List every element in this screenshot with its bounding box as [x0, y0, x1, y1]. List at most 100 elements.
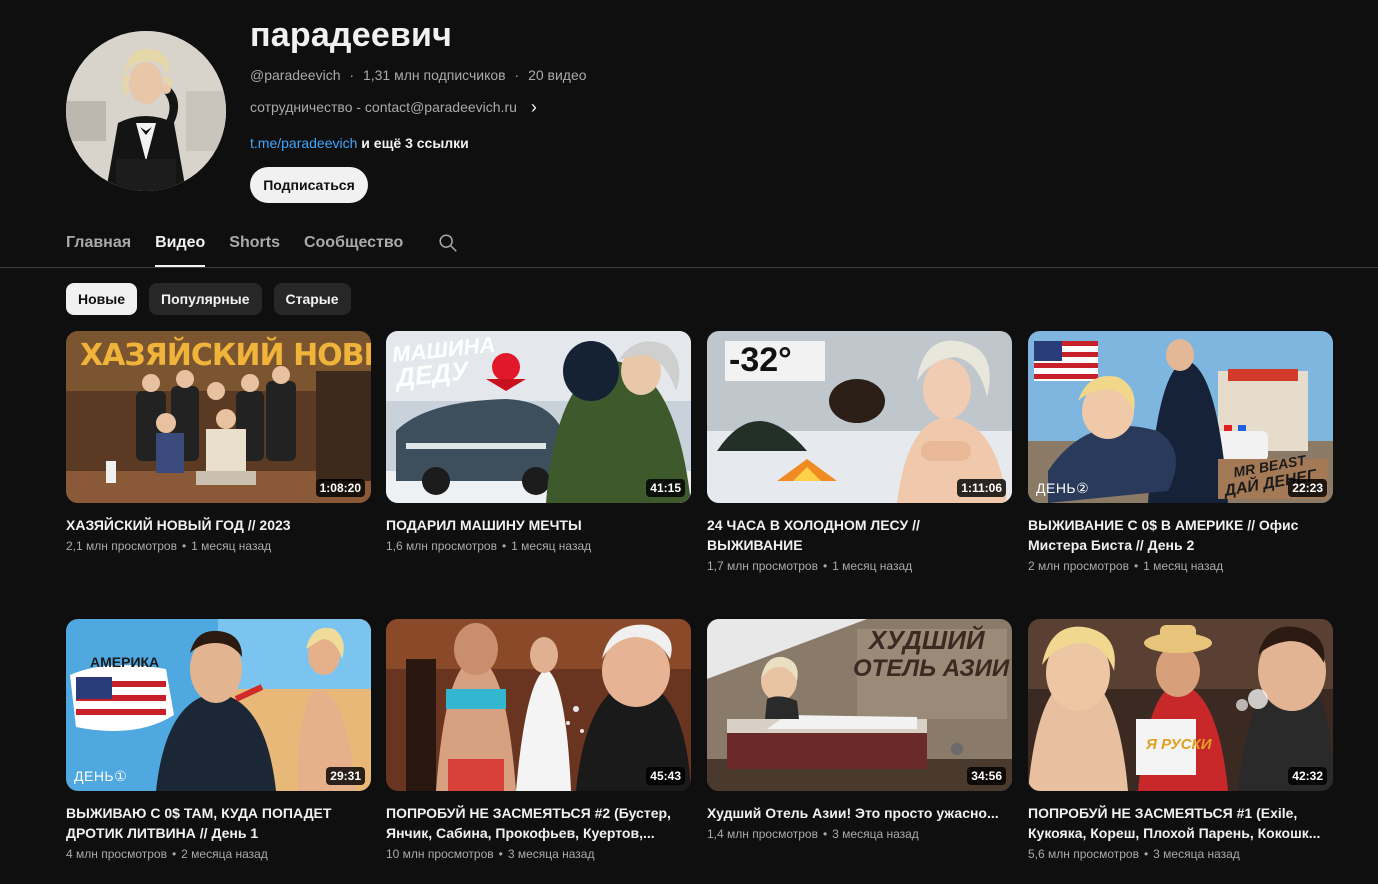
video-duration: 41:15 [646, 479, 685, 497]
video-title[interactable]: ПОПРОБУЙ НЕ ЗАСМЕЯТЬСЯ #1 (Exile, Кукояк… [1028, 803, 1333, 843]
meta-separator: · [349, 67, 355, 83]
video-meta: 4 млн просмотров • 2 месяца назад [66, 847, 371, 861]
sort-chips: Новые Популярные Старые [66, 283, 351, 315]
video-duration: 29:31 [326, 767, 365, 785]
chip-popular[interactable]: Популярные [149, 283, 262, 315]
chevron-right-icon[interactable]: › [531, 98, 537, 116]
day-badge: ДЕНЬ② [1036, 480, 1090, 496]
day-badge: ДЕНЬ① [74, 768, 128, 784]
tab-community[interactable]: Сообщество [304, 226, 403, 267]
video-title[interactable]: ПОДАРИЛ МАШИНУ МЕЧТЫ [386, 515, 691, 535]
meta-separator: • [822, 827, 828, 841]
video-meta: 2 млн просмотров • 1 месяц назад [1028, 559, 1333, 573]
video-meta: 1,6 млн просмотров • 1 месяц назад [386, 539, 691, 553]
channel-description[interactable]: сотрудничество - contact@paradeevich.ru … [250, 98, 537, 116]
thumbnail-caption: Я РУСКИ [1146, 736, 1212, 753]
channel-avatar[interactable] [66, 31, 226, 191]
channel-handle: @paradeevich [250, 67, 341, 83]
video-count: 20 видео [528, 67, 587, 83]
telegram-link[interactable]: t.me/paradeevich [250, 135, 357, 151]
meta-separator: • [822, 559, 828, 573]
video-views: 10 млн просмотров [386, 847, 494, 861]
meta-separator: • [1133, 559, 1139, 573]
video-meta: 2,1 млн просмотров • 1 месяц назад [66, 539, 371, 553]
thumbnail-caption: ХАЗЯЙСКИЙ НОВЫЙ ГОД [80, 338, 371, 373]
meta-separator: • [1143, 847, 1149, 861]
video-views: 2,1 млн просмотров [66, 539, 177, 553]
video-views: 1,4 млн просмотров [707, 827, 818, 841]
meta-separator: · [514, 67, 520, 83]
chip-newest[interactable]: Новые [66, 283, 138, 315]
more-links-button[interactable]: и ещё 3 ссылки [361, 135, 468, 151]
video-title[interactable]: 24 ЧАСА В ХОЛОДНОМ ЛЕСУ // ВЫЖИВАНИЕ [707, 515, 1012, 555]
video-card[interactable]: АМЕРИКА ДЕНЬ① 29:31 ВЫЖИВАЮ С 0$ ТАМ, КУ… [66, 619, 371, 861]
thumbnail-caption: ХУДШИЙ [869, 625, 985, 655]
video-card[interactable]: МАШИНА ДЕДУ 41:15 ПОДАРИЛ МАШИНУ МЕЧТЫ 1… [386, 331, 691, 553]
video-title[interactable]: ВЫЖИВАЮ С 0$ ТАМ, КУДА ПОПАДЕТ ДРОТИК ЛИ… [66, 803, 371, 843]
video-card[interactable]: Я РУСКИ 42:32 ПОПРОБУЙ НЕ ЗАСМЕЯТЬСЯ #1 … [1028, 619, 1333, 861]
tabs-divider [0, 267, 1378, 268]
video-thumbnail[interactable]: 45:43 [386, 619, 691, 791]
video-card[interactable]: ХУДШИЙ ОТЕЛЬ АЗИИ 34:56 Худший Отель Ази… [707, 619, 1012, 841]
video-duration: 1:08:20 [315, 479, 365, 497]
video-meta: 1,7 млн просмотров • 1 месяц назад [707, 559, 1012, 573]
meta-separator: • [171, 847, 177, 861]
video-meta: 10 млн просмотров • 3 месяца назад [386, 847, 691, 861]
thumbnail-caption: АМЕРИКА [90, 654, 160, 670]
subscribe-button[interactable]: Подписаться [250, 167, 368, 203]
channel-page: парадеевич @paradeevich · 1,31 млн подпи… [0, 0, 1378, 884]
search-icon[interactable] [437, 226, 459, 259]
tab-home[interactable]: Главная [66, 226, 131, 267]
subscriber-count: 1,31 млн подписчиков [362, 67, 506, 83]
video-title[interactable]: ВЫЖИВАНИЕ С 0$ В АМЕРИКЕ // Офис Мистера… [1028, 515, 1333, 555]
video-age: 1 месяц назад [1143, 559, 1224, 573]
video-duration: 45:43 [646, 767, 685, 785]
video-card[interactable]: MR BEAST ДАЙ ДЕНЕГ ДЕНЬ② 22:23 ВЫЖИВАНИЕ… [1028, 331, 1333, 573]
video-thumbnail[interactable]: Я РУСКИ 42:32 [1028, 619, 1333, 791]
video-age: 2 месяца назад [181, 847, 268, 861]
video-meta: 5,6 млн просмотров • 3 месяца назад [1028, 847, 1333, 861]
video-thumbnail[interactable]: ХАЗЯЙСКИЙ НОВЫЙ ГОД 1:08:20 [66, 331, 371, 503]
thumbnail-caption: -32° [729, 341, 792, 379]
video-age: 3 месяца назад [832, 827, 919, 841]
video-views: 1,7 млн просмотров [707, 559, 818, 573]
video-duration: 42:32 [1288, 767, 1327, 785]
video-thumbnail[interactable]: ХУДШИЙ ОТЕЛЬ АЗИИ 34:56 [707, 619, 1012, 791]
video-thumbnail[interactable]: -32° 1:11:06 [707, 331, 1012, 503]
meta-separator: • [501, 539, 507, 553]
video-card[interactable]: -32° 1:11:06 24 ЧАСА В ХОЛОДНОМ ЛЕСУ // … [707, 331, 1012, 573]
video-title[interactable]: Худший Отель Азии! Это просто ужасно... [707, 803, 1012, 823]
channel-name: парадеевич [250, 16, 453, 54]
video-thumbnail[interactable]: MR BEAST ДАЙ ДЕНЕГ ДЕНЬ② 22:23 [1028, 331, 1333, 503]
meta-separator: • [181, 539, 187, 553]
video-age: 1 месяц назад [832, 559, 913, 573]
chip-oldest[interactable]: Старые [273, 283, 351, 315]
description-text: сотрудничество - contact@paradeevich.ru [250, 99, 517, 115]
video-views: 5,6 млн просмотров [1028, 847, 1139, 861]
video-views: 1,6 млн просмотров [386, 539, 497, 553]
video-card[interactable]: ХАЗЯЙСКИЙ НОВЫЙ ГОД 1:08:20 ХАЗЯЙСКИЙ НО… [66, 331, 371, 553]
channel-links: t.me/paradeevich и ещё 3 ссылки [250, 135, 469, 151]
video-age: 1 месяц назад [191, 539, 272, 553]
thumbnail-caption: ДЕДУ [394, 355, 470, 393]
video-title[interactable]: ПОПРОБУЙ НЕ ЗАСМЕЯТЬСЯ #2 (Бустер, Янчик… [386, 803, 691, 843]
tab-videos[interactable]: Видео [155, 226, 206, 267]
video-duration: 34:56 [967, 767, 1006, 785]
video-age: 3 месяца назад [1153, 847, 1240, 861]
video-duration: 22:23 [1288, 479, 1327, 497]
channel-tabs: Главная Видео Shorts Сообщество [66, 226, 459, 268]
video-age: 1 месяц назад [511, 539, 592, 553]
video-views: 2 млн просмотров [1028, 559, 1129, 573]
video-title[interactable]: ХАЗЯЙСКИЙ НОВЫЙ ГОД // 2023 [66, 515, 371, 535]
video-duration: 1:11:06 [957, 479, 1006, 497]
video-views: 4 млн просмотров [66, 847, 167, 861]
channel-meta: @paradeevich · 1,31 млн подписчиков · 20… [250, 67, 587, 83]
video-thumbnail[interactable]: МАШИНА ДЕДУ 41:15 [386, 331, 691, 503]
thumbnail-caption: ОТЕЛЬ АЗИИ [853, 655, 1010, 682]
video-age: 3 месяца назад [507, 847, 595, 861]
video-thumbnail[interactable]: АМЕРИКА ДЕНЬ① 29:31 [66, 619, 371, 791]
meta-separator: • [498, 847, 503, 861]
video-card[interactable]: 45:43 ПОПРОБУЙ НЕ ЗАСМЕЯТЬСЯ #2 (Бустер,… [386, 619, 691, 861]
video-meta: 1,4 млн просмотров • 3 месяца назад [707, 827, 1012, 841]
tab-shorts[interactable]: Shorts [229, 226, 280, 267]
